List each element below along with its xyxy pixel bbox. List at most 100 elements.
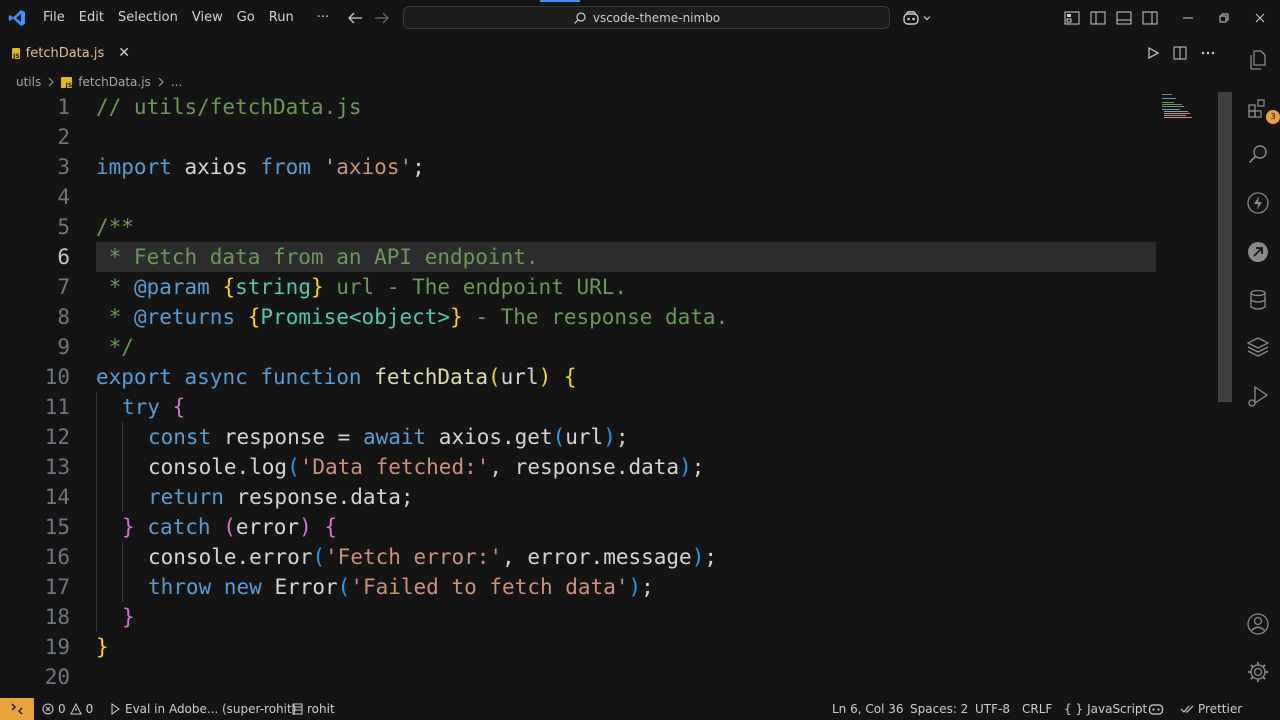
code-line[interactable] [96, 662, 1156, 692]
branch-indicator[interactable]: (super-rohit) [222, 698, 296, 720]
code-line[interactable]: * @param {string} url - The endpoint URL… [96, 272, 1156, 302]
lightning-icon[interactable] [1244, 189, 1272, 217]
toggle-panel-icon[interactable] [1115, 9, 1133, 27]
code-line[interactable]: } [96, 602, 1156, 632]
code-token: console.log [148, 455, 288, 479]
breadcrumb-file[interactable]: fetchData.js [78, 75, 151, 89]
code-line[interactable]: const response = await axios.get(url); [96, 422, 1156, 452]
line-number[interactable]: 17 [0, 572, 70, 602]
gear-icon[interactable] [1244, 658, 1272, 686]
code-editor[interactable]: 1 2 3 4 5 6 7 8 9 10 11 12 13 14 15 16 17 18 19 20 // utils… [0, 92, 1236, 700]
code-line[interactable]: console.log('Data fetched:', response.da… [96, 452, 1156, 482]
line-number[interactable]: 3 [0, 152, 70, 182]
menu-selection[interactable]: Selection [111, 0, 185, 36]
line-number[interactable]: 10 [0, 362, 70, 392]
code-line[interactable]: * Fetch data from an API endpoint. [96, 242, 1156, 272]
prettier-status[interactable]: Prettier [1180, 698, 1242, 720]
line-number[interactable]: 20 [0, 662, 70, 692]
menu-more[interactable]: ··· [301, 0, 336, 36]
line-number[interactable]: 19 [0, 632, 70, 662]
line-number[interactable]: 2 [0, 122, 70, 152]
code-line[interactable]: } [96, 632, 1156, 662]
code-line[interactable]: } catch (error) { [96, 512, 1156, 542]
end-of-line[interactable]: CRLF [1022, 698, 1052, 720]
breadcrumb-folder[interactable]: utils [16, 75, 41, 89]
search-icon[interactable] [1244, 140, 1272, 168]
copilot-button[interactable] [902, 9, 932, 27]
menu-view[interactable]: View [185, 0, 230, 36]
menu-go[interactable]: Go [230, 0, 262, 36]
more-actions-icon[interactable] [1200, 45, 1216, 61]
arrow-left-icon[interactable] [346, 10, 364, 26]
code-line[interactable]: /** [96, 212, 1156, 242]
user-indicator[interactable]: rohit [292, 698, 335, 720]
tab-fetchdata[interactable]: JS fetchData.js ✕ [0, 36, 130, 70]
remote-explorer-icon[interactable] [1244, 238, 1272, 266]
cursor-position[interactable]: Ln 6, Col 36 [832, 698, 904, 720]
database-icon[interactable] [1244, 286, 1272, 314]
minimap[interactable] [1160, 92, 1200, 122]
code-line[interactable]: try { [96, 392, 1156, 422]
run-icon[interactable] [1146, 46, 1160, 60]
toggle-primary-sidebar-icon[interactable] [1089, 9, 1107, 27]
line-number[interactable]: 11 [0, 392, 70, 422]
line-number[interactable]: 7 [0, 272, 70, 302]
arrow-right-icon[interactable] [373, 10, 391, 26]
line-number[interactable]: 4 [0, 182, 70, 212]
minimize-icon[interactable] [1170, 0, 1206, 36]
restore-icon[interactable] [1206, 0, 1242, 36]
close-window-icon[interactable] [1242, 0, 1278, 36]
indent-guide [122, 542, 123, 572]
run-debug-icon[interactable] [1244, 382, 1272, 410]
layout-customize-icon[interactable] [1063, 9, 1081, 27]
code-line[interactable]: */ [96, 332, 1156, 362]
extensions-icon[interactable]: 3 [1244, 94, 1280, 124]
code-line[interactable]: * @returns {Promise<object>} - The respo… [96, 302, 1156, 332]
account-icon[interactable] [1244, 610, 1272, 638]
code-line[interactable] [96, 122, 1156, 152]
explorer-icon[interactable] [1244, 46, 1272, 74]
code-line[interactable] [96, 182, 1156, 212]
indent-guide [96, 572, 97, 602]
code-line[interactable]: // utils/fetchData.js [96, 92, 1156, 122]
code-line[interactable]: return response.data; [96, 482, 1156, 512]
line-number[interactable]: 16 [0, 542, 70, 572]
close-icon[interactable]: ✕ [118, 45, 130, 61]
line-number[interactable]: 13 [0, 452, 70, 482]
vscode-logo-icon [8, 9, 26, 27]
line-number[interactable]: 14 [0, 482, 70, 512]
line-number[interactable]: 9 [0, 332, 70, 362]
menu-run[interactable]: Run [262, 0, 301, 36]
code-line[interactable]: throw new Error('Failed to fetch data'); [96, 572, 1156, 602]
code-line[interactable]: console.error('Fetch error:', error.mess… [96, 542, 1156, 572]
toggle-secondary-sidebar-icon[interactable] [1141, 9, 1159, 27]
code-line[interactable]: export async function fetchData(url) { [96, 362, 1156, 392]
encoding[interactable]: UTF-8 [975, 698, 1010, 720]
split-editor-icon[interactable] [1172, 45, 1188, 61]
line-number[interactable]: 18 [0, 602, 70, 632]
code-line[interactable]: import axios from 'axios'; [96, 152, 1156, 182]
remote-indicator[interactable] [0, 698, 34, 720]
menu-file[interactable]: File [36, 0, 72, 36]
command-center-search[interactable]: vscode-theme-nimbo [403, 6, 890, 29]
indentation[interactable]: Spaces: 2 [910, 698, 968, 720]
vertical-scrollbar[interactable] [1218, 92, 1232, 402]
line-number[interactable]: 5 [0, 212, 70, 242]
line-number[interactable]: 12 [0, 422, 70, 452]
copilot-status-icon[interactable] [1148, 698, 1164, 720]
eval-in-adobe[interactable]: Eval in Adobe... [110, 698, 218, 720]
breadcrumb-more[interactable]: ... [171, 75, 182, 89]
code-token: ( [312, 545, 326, 569]
layers-icon[interactable] [1244, 333, 1272, 361]
line-number[interactable]: 6 [0, 242, 70, 272]
menu-edit[interactable]: Edit [72, 0, 111, 36]
problems-indicator[interactable]: 0 0 [42, 698, 93, 720]
code-area[interactable]: // utils/fetchData.js import axios from '… [96, 92, 1156, 692]
line-number[interactable]: 15 [0, 512, 70, 542]
line-number[interactable]: 8 [0, 302, 70, 332]
line-number[interactable]: 1 [0, 92, 70, 122]
code-token: ; [641, 575, 654, 599]
language-mode[interactable]: { } JavaScript [1064, 698, 1147, 720]
